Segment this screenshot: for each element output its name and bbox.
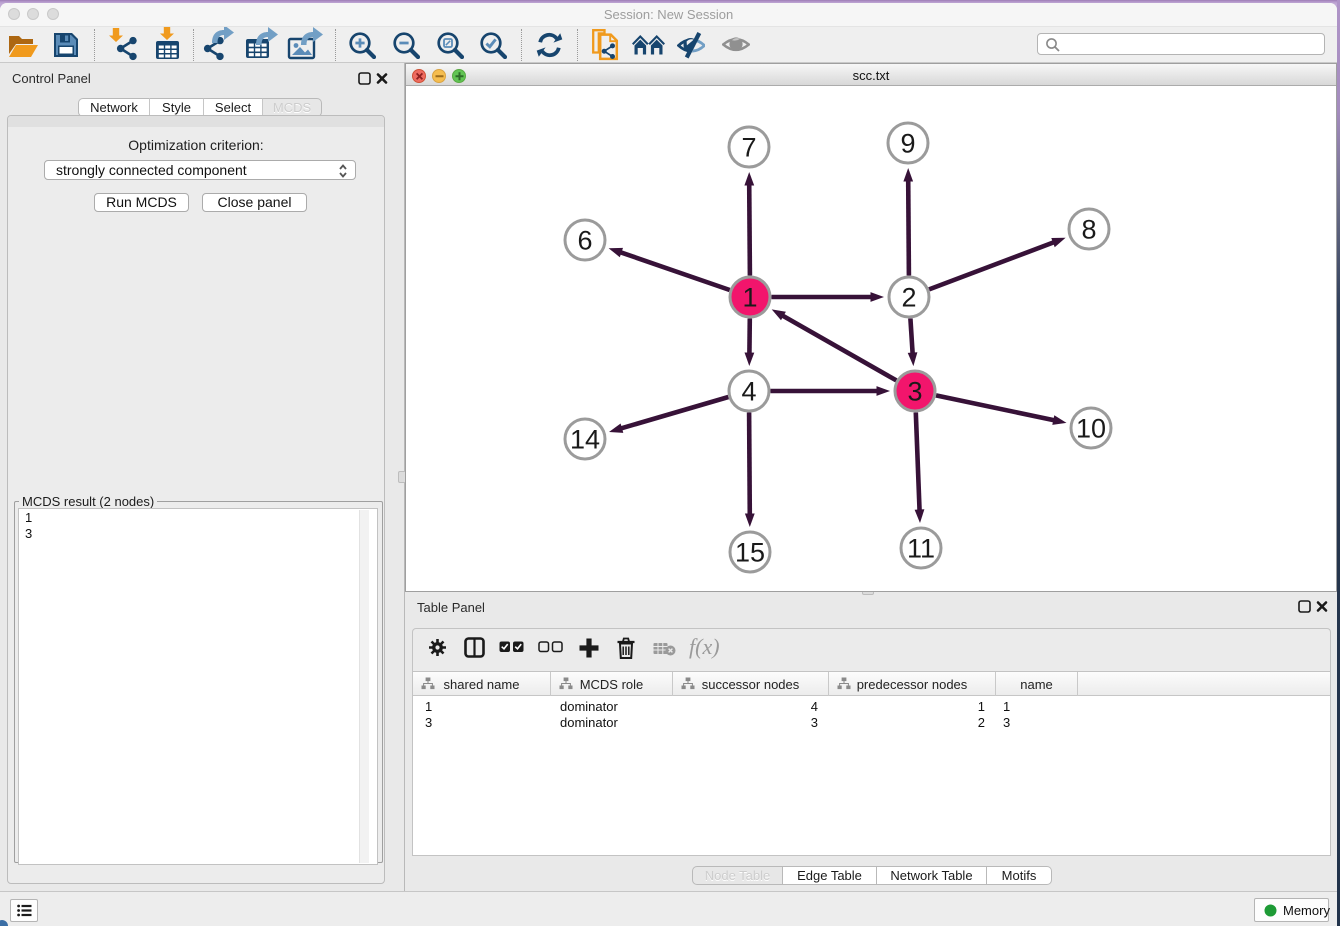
svg-text:9: 9 — [900, 129, 915, 159]
svg-text:6: 6 — [577, 226, 592, 256]
svg-text:10: 10 — [1076, 414, 1106, 444]
svg-text:7: 7 — [741, 133, 756, 163]
svg-text:1: 1 — [742, 283, 757, 313]
svg-text:4: 4 — [741, 377, 756, 407]
svg-text:11: 11 — [907, 534, 935, 564]
svg-text:14: 14 — [570, 425, 600, 455]
svg-text:2: 2 — [901, 283, 916, 313]
svg-text:8: 8 — [1081, 215, 1096, 245]
svg-text:3: 3 — [907, 377, 922, 407]
svg-text:15: 15 — [735, 538, 765, 568]
